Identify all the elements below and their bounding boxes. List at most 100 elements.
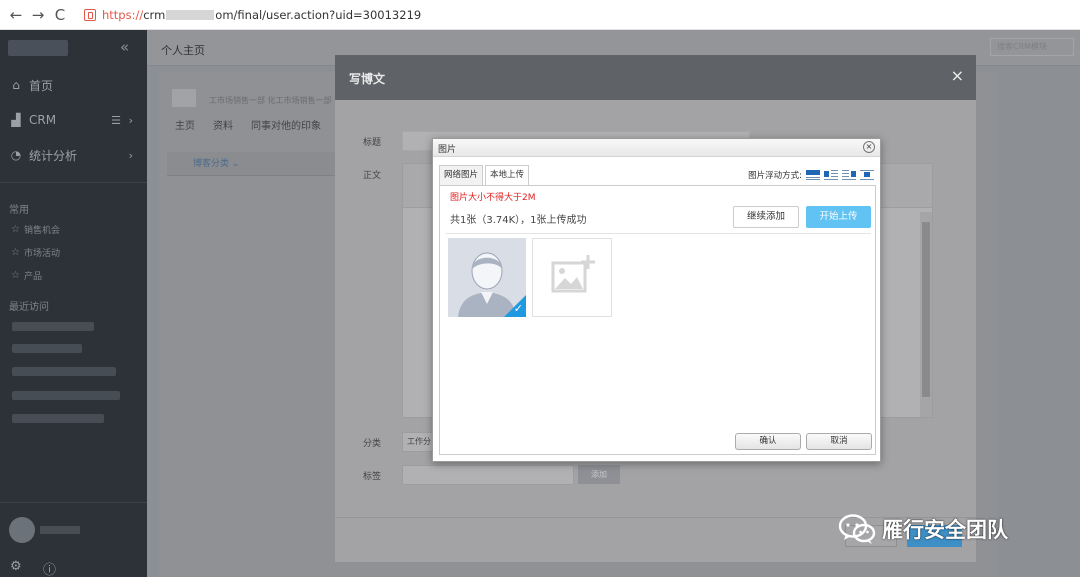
continue-add-button[interactable]: 继续添加 <box>733 206 799 228</box>
divider <box>446 233 871 234</box>
add-image-icon <box>551 255 595 293</box>
body-label: 正文 <box>363 171 382 181</box>
category-label: 分类 <box>363 439 382 449</box>
sidebar-item-stats[interactable]: ◔ 统计分析 › <box>0 145 147 165</box>
chevron-down-icon: ⌄ <box>231 159 240 169</box>
dialog-title: 图片 <box>438 145 457 155</box>
common-item-label: 销售机会 <box>23 226 60 236</box>
float-mode-group: 图片浮动方式: <box>748 169 874 181</box>
image-dialog: 图片 × 网络图片 本地上传 图片浮动方式: 图片大小不得大于2M 共1张（3.… <box>432 138 881 462</box>
help-icon[interactable]: ⓘ <box>43 559 56 577</box>
url-scheme: https:// <box>102 7 144 22</box>
forward-button[interactable]: → <box>28 5 48 25</box>
home-icon: ⌂ <box>12 78 20 92</box>
float-none-icon[interactable] <box>806 170 820 180</box>
reload-icon: C <box>54 5 66 24</box>
settings-gear-icon[interactable]: ⚙ <box>10 559 22 574</box>
secure-lock-icon <box>84 8 96 21</box>
list-icon: ☰ <box>111 113 121 127</box>
close-icon[interactable]: × <box>863 141 875 153</box>
add-image-tile[interactable] <box>532 238 612 317</box>
divider <box>0 502 147 503</box>
tab-profile[interactable]: 资料 <box>213 117 233 132</box>
star-icon: ☆ <box>11 224 20 235</box>
tags-label: 标签 <box>363 472 382 482</box>
url-redacted <box>166 9 215 20</box>
sidebar-item-label: CRM <box>29 113 57 127</box>
cancel-button[interactable]: 取消 <box>806 433 872 450</box>
dialog-footer: 确认 取消 <box>433 427 880 461</box>
scrollbar-thumb[interactable] <box>922 222 930 397</box>
sidebar-item-label: 统计分析 <box>29 148 78 163</box>
divider <box>0 182 147 183</box>
recent-item-redacted[interactable] <box>12 367 116 376</box>
profile-tabs: 主页 资料 同事对他的印象 <box>175 117 321 132</box>
common-item-product[interactable]: ☆ 产品 <box>11 269 42 282</box>
image-tabs: 网络图片 本地上传 <box>439 165 531 186</box>
sidebar-item-crm[interactable]: ▟ CRM ☰ › <box>0 110 147 130</box>
profile-department: 工市场销售一部 化工市场销售一部 <box>209 96 332 105</box>
confirm-button[interactable]: 确认 <box>735 433 801 450</box>
star-icon: ☆ <box>11 270 20 281</box>
sidebar: « ⌂ 首页 ▟ CRM ☰ › ◔ 统计分析 › 常用 ☆ 销售机会 ☆ 市场活动… <box>0 30 147 577</box>
avatar[interactable] <box>9 517 35 543</box>
chevron-right-icon: › <box>128 113 133 127</box>
blog-category-dropdown[interactable]: 博客分类 ⌄ <box>167 152 347 176</box>
common-item-campaign[interactable]: ☆ 市场活动 <box>11 246 60 259</box>
logo-redacted <box>8 40 68 56</box>
tab-web-image[interactable]: 网络图片 <box>439 165 484 185</box>
wechat-logo-icon <box>838 514 876 544</box>
username-redacted <box>40 526 80 534</box>
title-label: 标题 <box>363 138 382 148</box>
close-icon[interactable]: × <box>951 66 964 85</box>
sidebar-item-label: 首页 <box>29 78 54 93</box>
dialog-header: 图片 × <box>433 139 880 157</box>
tab-home[interactable]: 主页 <box>175 117 195 132</box>
modal-title: 写博文 <box>349 72 386 86</box>
collapse-sidebar-icon[interactable]: « <box>120 38 129 56</box>
sidebar-item-home[interactable]: ⌂ 首页 <box>0 75 147 95</box>
pie-chart-icon: ◔ <box>10 148 22 162</box>
search-input[interactable]: 搜索CRM模块 <box>990 38 1074 56</box>
watermark: 雁行安全团队 <box>838 513 1008 545</box>
recent-item-redacted[interactable] <box>12 344 82 353</box>
bar-chart-icon: ▟ <box>11 113 21 127</box>
tab-impressions[interactable]: 同事对他的印象 <box>251 117 321 132</box>
recent-heading: 最近访问 <box>9 302 49 313</box>
check-icon: ✓ <box>513 302 523 315</box>
forward-arrow-icon: → <box>31 5 45 24</box>
modal-header: 写博文 × <box>335 55 976 100</box>
uploaded-image-thumbnail[interactable]: ✓ <box>448 238 526 317</box>
size-limit-note: 图片大小不得大于2M <box>450 193 536 203</box>
address-bar[interactable]: https:// crm om/final/user.action?uid=30… <box>102 8 421 22</box>
watermark-text: 雁行安全团队 <box>882 518 1008 542</box>
recent-item-redacted[interactable] <box>12 391 120 400</box>
back-button[interactable]: ← <box>6 5 26 25</box>
star-icon: ☆ <box>11 247 20 258</box>
common-heading: 常用 <box>9 205 29 216</box>
float-left-icon[interactable] <box>824 170 838 180</box>
recent-item-redacted[interactable] <box>12 322 94 331</box>
common-item-label: 市场活动 <box>23 249 60 259</box>
upload-status: 共1张（3.74K），1张上传成功 <box>450 215 587 226</box>
chevron-right-icon: › <box>128 148 133 162</box>
start-upload-button[interactable]: 开始上传 <box>806 206 871 228</box>
browser-toolbar: ← → C https:// crm om/final/user.action?… <box>0 0 1080 30</box>
float-right-icon[interactable] <box>842 170 856 180</box>
recent-item-redacted[interactable] <box>12 414 104 423</box>
common-item-opportunity[interactable]: ☆ 销售机会 <box>11 223 60 236</box>
tab-local-upload[interactable]: 本地上传 <box>485 165 530 186</box>
url-host-start: crm <box>143 7 166 22</box>
float-mode-label: 图片浮动方式: <box>748 171 802 181</box>
reload-button[interactable]: C <box>50 5 70 25</box>
profile-avatar-redacted <box>172 89 196 107</box>
page-title: 个人主页 <box>161 44 205 57</box>
upload-panel: 图片大小不得大于2M 共1张（3.74K），1张上传成功 继续添加 开始上传 ✓ <box>439 185 876 455</box>
blog-category-label: 博客分类 <box>193 159 230 169</box>
float-center-icon[interactable] <box>860 170 874 180</box>
common-item-label: 产品 <box>23 272 42 282</box>
add-tag-button[interactable]: 添加 <box>578 465 620 484</box>
tag-input[interactable] <box>402 465 574 485</box>
url-host-end: om/final/user.action?uid=30013219 <box>215 7 422 22</box>
back-arrow-icon: ← <box>9 5 23 24</box>
